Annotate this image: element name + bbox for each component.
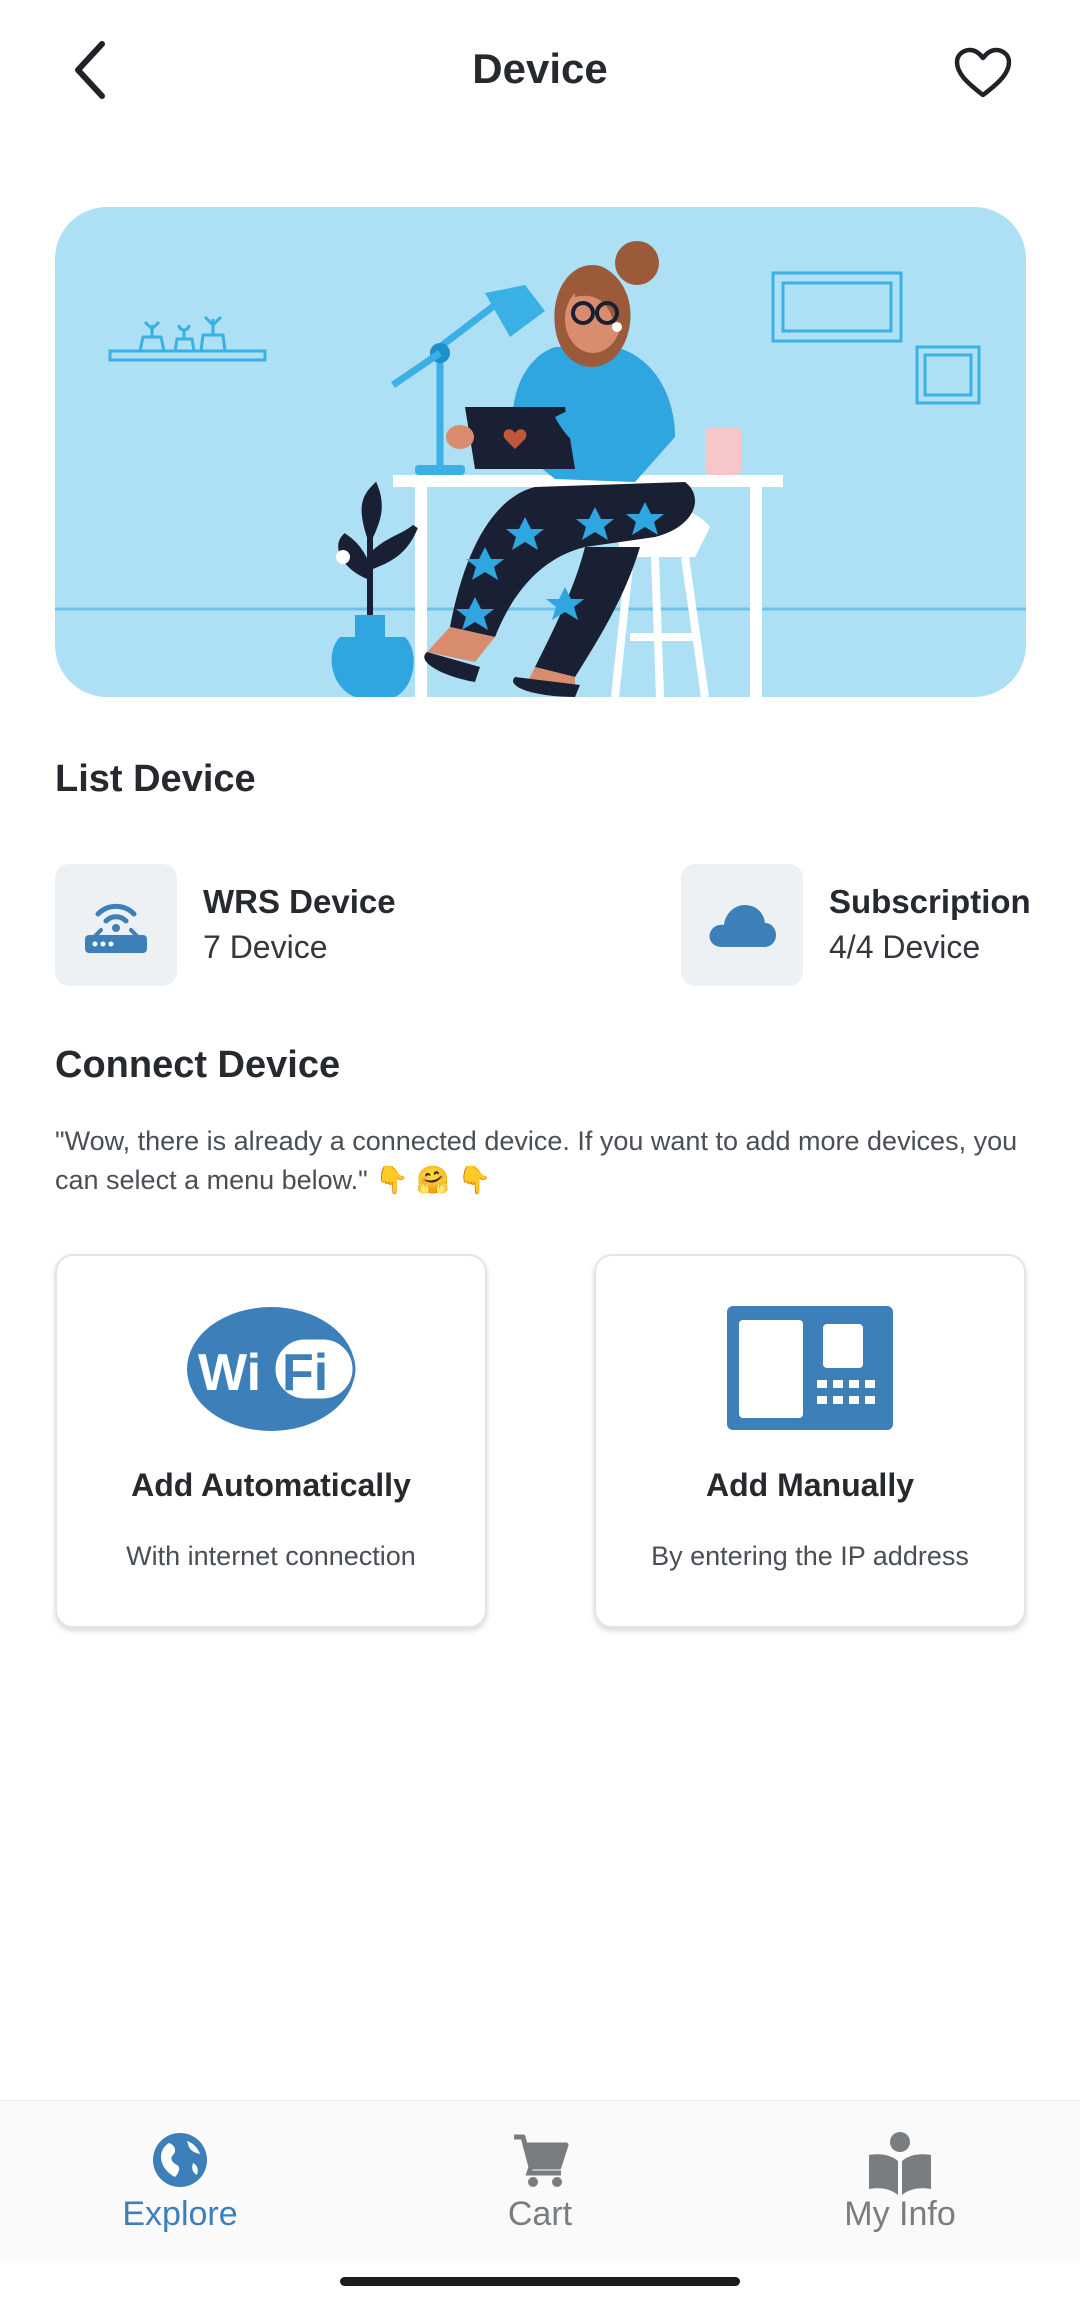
person-book-icon	[869, 2132, 931, 2195]
home-indicator	[340, 2277, 740, 2286]
nav-item-my-info[interactable]: My Info	[720, 2101, 1080, 2261]
globe-icon	[153, 2133, 207, 2187]
svg-text:Fi: Fi	[282, 1344, 328, 1402]
wrs-device-card[interactable]: WRS Device 7 Device	[55, 864, 396, 986]
bottom-navigation: Explore Cart My Info	[0, 2100, 1080, 2261]
add-automatically-card[interactable]: Wi Fi Add Automatically With internet co…	[55, 1254, 487, 1628]
connect-device-description: "Wow, there is already a connected devic…	[55, 1126, 1018, 1195]
wrs-device-title: WRS Device	[203, 883, 396, 920]
heart-outline-icon	[954, 47, 1011, 97]
page-title: Device	[472, 45, 608, 92]
subscription-title: Subscription	[829, 883, 1031, 920]
svg-text:Wi: Wi	[198, 1344, 261, 1402]
router-icon-tile	[55, 864, 177, 986]
subscription-count: 4/4 Device	[829, 929, 981, 965]
subscription-card[interactable]: Subscription 4/4 Device	[681, 864, 1031, 986]
hero-illustration	[55, 207, 1026, 697]
nav-item-cart[interactable]: Cart	[360, 2101, 720, 2261]
ip-panel-icon	[727, 1306, 893, 1430]
woman-working-at-desk-illustration	[55, 241, 1026, 697]
top-bar: Device	[0, 0, 1080, 150]
cart-icon	[514, 2134, 569, 2187]
wrs-device-count: 7 Device	[203, 929, 328, 965]
add-manually-title: Add Manually	[705, 1467, 914, 1503]
add-manually-subtitle: By entering the IP address	[651, 1541, 969, 1571]
nav-item-explore[interactable]: Explore	[0, 2101, 360, 2261]
wifi-icon: Wi Fi	[187, 1307, 356, 1431]
add-automatically-title: Add Automatically	[131, 1467, 411, 1503]
favorite-button[interactable]	[945, 35, 1020, 110]
cloud-icon-tile	[681, 864, 803, 986]
list-device-heading: List Device	[55, 758, 256, 800]
nav-label-explore: Explore	[122, 2195, 238, 2233]
add-automatically-subtitle: With internet connection	[126, 1541, 416, 1571]
connect-device-heading: Connect Device	[55, 1044, 341, 1086]
add-manually-card[interactable]: Add Manually By entering the IP address	[594, 1254, 1026, 1628]
router-icon	[85, 903, 147, 953]
nav-label-my-info: My Info	[844, 2195, 956, 2233]
cloud-icon	[709, 905, 776, 947]
nav-label-cart: Cart	[507, 2195, 573, 2233]
